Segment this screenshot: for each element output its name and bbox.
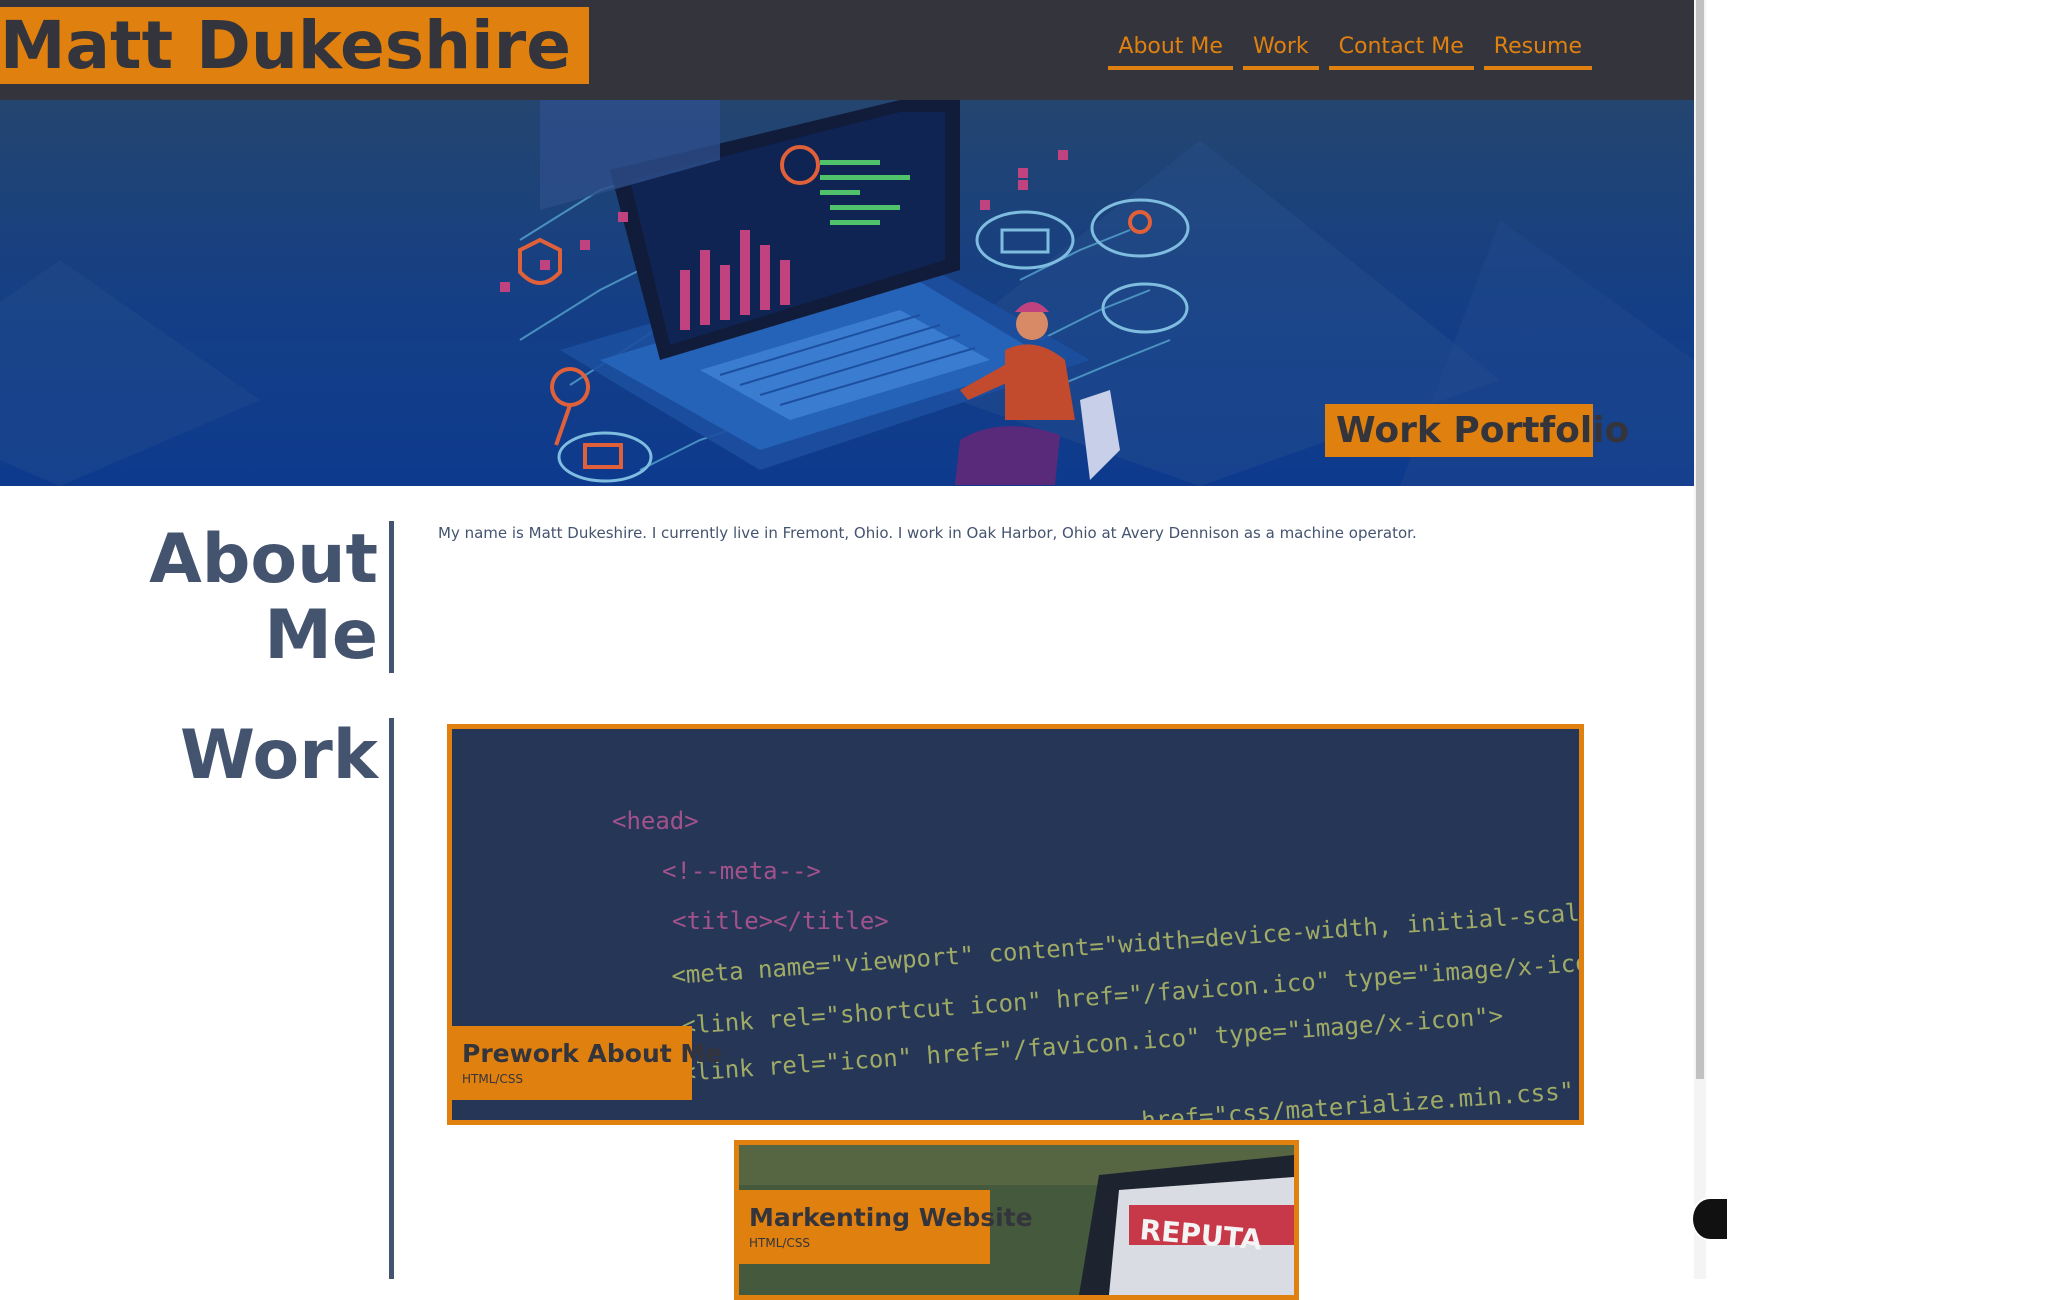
floating-action-button[interactable] <box>1691 1197 1729 1241</box>
project-title: Markenting Website <box>749 1203 1033 1232</box>
work-divider <box>389 718 394 1279</box>
project-card-marketing[interactable]: REPUTA Markenting Website HTML/CSS <box>734 1140 1299 1300</box>
about-title: About Me <box>149 522 378 674</box>
code-line-head: <head> <box>612 807 699 835</box>
hero-badge-text: Work Portfolio <box>1336 410 1630 451</box>
hero-banner: Work Portfolio <box>0 100 1694 486</box>
scrollbar-thumb[interactable] <box>1696 0 1704 1079</box>
project-title: Prework About Me <box>462 1039 723 1068</box>
about-text: My name is Matt Dukeshire. I currently l… <box>438 524 1417 542</box>
code-line-meta-comment: <!--meta--> <box>662 857 821 885</box>
code-line-title: <title></title> <box>672 907 889 935</box>
about-divider <box>389 521 394 673</box>
mail-icon <box>1000 228 1050 254</box>
project-label: Prework About Me HTML/CSS <box>452 1026 723 1100</box>
nav-contact-me[interactable]: Contact Me <box>1328 32 1474 70</box>
brand-logo[interactable]: Matt Dukeshire <box>0 7 589 84</box>
main-nav: About Me Work Contact Me Resume <box>1108 32 1592 70</box>
project-card-prework[interactable]: <head> <!--meta--> <title></title> <meta… <box>447 724 1584 1125</box>
about-title-line1: About <box>149 520 378 599</box>
hero-badge: Work Portfolio <box>1325 404 1629 457</box>
pin-icon <box>550 367 591 446</box>
project-tech: HTML/CSS <box>462 1072 524 1086</box>
about-title-line2: Me <box>264 596 378 675</box>
brand-name: Matt Dukeshire <box>0 7 571 84</box>
project-label: Markenting Website HTML/CSS <box>739 1190 1033 1264</box>
code-line-css: href="css/materialize.min.css" <box>1140 1077 1574 1120</box>
site-header: Matt Dukeshire About Me Work Contact Me … <box>0 0 1694 100</box>
project-tech: HTML/CSS <box>749 1236 811 1250</box>
nav-about-me[interactable]: About Me <box>1108 32 1233 70</box>
nav-work[interactable]: Work <box>1242 32 1319 70</box>
nav-resume[interactable]: Resume <box>1483 32 1592 70</box>
work-title: Work <box>179 716 378 795</box>
page-scrollbar[interactable] <box>1694 0 1706 1279</box>
